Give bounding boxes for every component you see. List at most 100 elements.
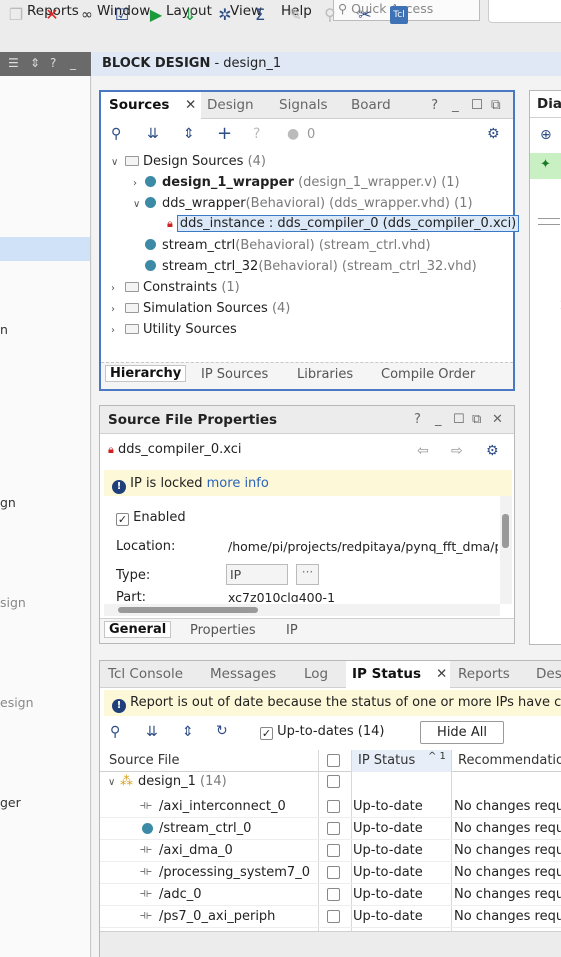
settings-icon[interactable]: ✲ [215, 5, 235, 25]
row-checkbox[interactable] [327, 800, 340, 813]
minimize-icon[interactable]: _ [70, 56, 76, 70]
chevron-down-icon[interactable]: ∨ [133, 199, 145, 210]
flow-nav-item[interactable]: sign [0, 595, 26, 610]
more-button[interactable]: ··· [296, 564, 319, 585]
tab-reports[interactable]: Reports [458, 666, 510, 682]
table-row[interactable]: ⟛ /processing_system7_0 Up-to-date No chang… [100, 862, 561, 884]
gear-icon[interactable]: ⚙ [486, 443, 499, 459]
help-icon[interactable]: ? [414, 412, 421, 427]
cross-tool-icon[interactable]: ✂ [355, 5, 375, 25]
pin-disabled-icon[interactable]: ⚲ [320, 5, 340, 25]
tab-ip-status[interactable]: IP Status [352, 666, 421, 682]
tab-signals[interactable]: Signals [279, 97, 328, 113]
tree-design-1-wrapper[interactable]: › design_1_wrapper (design_1_wrapper.v) (… [133, 175, 460, 190]
zoom-in-icon[interactable]: ⊕ [540, 127, 552, 143]
restore-icon[interactable]: ☐ [471, 97, 483, 113]
horizontal-scrollbar[interactable] [104, 604, 500, 616]
table-row[interactable]: ⟛ /ps7_0_axi_periph Up-to-date No changes r… [100, 906, 561, 928]
select-all-checkbox[interactable] [327, 754, 340, 767]
tab-board[interactable]: Board [351, 97, 391, 113]
col-source-file[interactable]: Source File [109, 753, 180, 768]
tab-design[interactable]: Design [207, 97, 254, 113]
close-icon[interactable]: ✕ [185, 97, 196, 113]
expand-all-icon[interactable]: ⇕ [183, 126, 195, 142]
col-ip-status[interactable]: IP Status [358, 753, 415, 768]
run-icon[interactable]: ▶ [146, 5, 166, 25]
chevron-right-icon[interactable]: › [111, 283, 123, 294]
tree-stream-ctrl[interactable]: stream_ctrl(Behavioral) (stream_ctrl.vhd… [145, 238, 431, 253]
designer-assistance-bar[interactable]: ✦ [530, 153, 561, 179]
tab-properties[interactable]: Properties [190, 623, 256, 638]
table-row[interactable]: ⟛ /adc_0 Up-to-date No changes requ [100, 884, 561, 906]
forward-arrow-icon[interactable]: ⇨ [451, 443, 463, 459]
uptodates-checkbox[interactable]: ✓ [260, 727, 273, 740]
add-icon[interactable]: + [217, 123, 232, 144]
group-design-1[interactable]: ∨ ⁂ design_1 (14) [108, 774, 227, 789]
tree-stream-ctrl-32[interactable]: stream_ctrl_32(Behavioral) (stream_ctrl_… [145, 259, 477, 274]
info-disabled-icon[interactable]: ? [253, 126, 260, 142]
tab-tcl-console[interactable]: Tcl Console [108, 666, 183, 682]
tab-sources[interactable]: Sources [109, 97, 169, 113]
flow-nav-selected-item[interactable] [0, 237, 90, 261]
group-checkbox[interactable] [327, 775, 340, 788]
tab-libraries[interactable]: Libraries [297, 367, 353, 382]
close-icon[interactable]: ✕ [436, 666, 447, 682]
chevron-right-icon[interactable]: › [111, 304, 123, 315]
checkbox-icon[interactable]: ☑ [112, 5, 132, 25]
chevron-right-icon[interactable]: › [133, 178, 145, 189]
table-row[interactable]: ⟛ /axi_dma_0 Up-to-date No changes requ [100, 840, 561, 862]
chevron-right-icon[interactable]: › [111, 325, 123, 336]
chevron-down-icon[interactable]: ∨ [111, 157, 123, 168]
download-icon[interactable]: ⇓ [180, 5, 200, 25]
col-recommendation[interactable]: Recommendation [458, 753, 561, 768]
copy-icon[interactable]: ❐ [6, 5, 26, 25]
tab-hierarchy[interactable]: Hierarchy [105, 365, 187, 382]
gear-icon[interactable]: ⚙ [487, 126, 500, 142]
tree-dds-instance[interactable]: 🔒︎ dds_instance : dds_compiler_0 (dds_com… [167, 215, 520, 232]
tree-constraints[interactable]: › Constraints (1) [111, 280, 240, 295]
enabled-checkbox[interactable]: ✓ [116, 513, 129, 526]
help-icon[interactable]: ? [431, 97, 438, 113]
row-checkbox[interactable] [327, 910, 340, 923]
tab-compile-order[interactable]: Compile Order [381, 367, 475, 382]
row-checkbox[interactable] [327, 822, 340, 835]
tab-ip[interactable]: IP [286, 623, 298, 638]
collapse-all-icon[interactable]: ⇊ [146, 724, 158, 740]
tab-messages[interactable]: Messages [210, 666, 276, 682]
sigma-icon[interactable]: Σ [250, 5, 270, 25]
close-icon[interactable]: ✕ [492, 412, 503, 427]
help-icon[interactable]: ? [50, 56, 56, 70]
search-icon[interactable]: ⚲ [110, 724, 120, 740]
tcl-icon[interactable]: Tcl [390, 6, 408, 24]
tab-log[interactable]: Log [304, 666, 328, 682]
tree-simulation-sources[interactable]: › Simulation Sources (4) [111, 301, 290, 316]
search-icon[interactable]: ⚲ [111, 126, 121, 142]
tab-diagram[interactable]: Dia [537, 96, 561, 112]
row-checkbox[interactable] [327, 888, 340, 901]
binoculars-icon[interactable]: ∞ [77, 5, 97, 25]
top-right-widget[interactable] [488, 0, 561, 23]
hide-all-button[interactable]: Hide All [420, 721, 504, 744]
table-row[interactable]: ⟛ /axi_interconnect_0 Up-to-date No changes… [100, 796, 561, 818]
sort-icon[interactable]: ⇕ [30, 56, 40, 70]
tab-ip-sources[interactable]: IP Sources [201, 367, 268, 382]
refresh-icon[interactable]: ↻ [216, 723, 228, 739]
chevron-down-icon[interactable]: ∨ [108, 777, 120, 788]
restore-icon[interactable]: ☐ [453, 412, 465, 427]
expand-all-icon[interactable]: ⇕ [182, 724, 194, 740]
back-arrow-icon[interactable]: ⇦ [417, 443, 429, 459]
collapse-all-icon[interactable]: ⇊ [147, 126, 159, 142]
maximize-icon[interactable]: ⧉ [491, 97, 501, 113]
enabled-row[interactable]: ✓ Enabled [116, 510, 186, 526]
minimize-icon[interactable]: _ [452, 97, 459, 113]
minimize-icon[interactable]: _ [435, 412, 442, 427]
tree-utility-sources[interactable]: › Utility Sources [111, 322, 237, 337]
tab-general[interactable]: General [104, 621, 172, 638]
tree-design-sources[interactable]: ∨ Design Sources (4) [111, 154, 266, 169]
flow-nav-item[interactable]: n [0, 322, 8, 337]
row-checkbox[interactable] [327, 844, 340, 857]
tab-design-runs[interactable]: Des [536, 666, 561, 682]
row-checkbox[interactable] [327, 866, 340, 879]
tree-dds-wrapper[interactable]: ∨ dds_wrapper(Behavioral) (dds_wrapper.vh… [133, 196, 473, 211]
flow-nav-item[interactable]: esign [0, 695, 34, 710]
